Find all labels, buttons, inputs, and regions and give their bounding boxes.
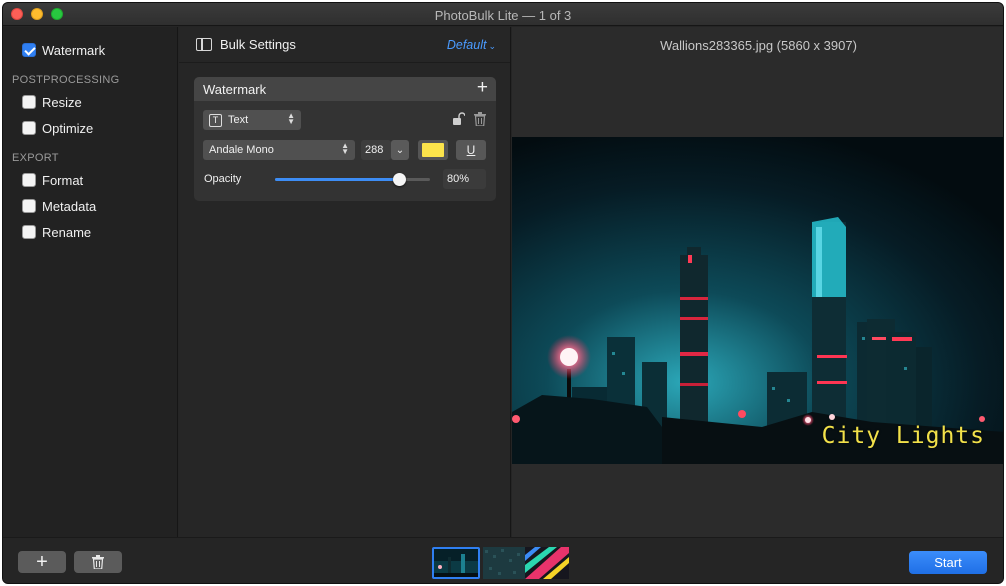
settings-title: Bulk Settings [220,37,296,52]
watermark-option-label: Watermark [42,42,106,58]
text-type-icon: T [209,113,222,127]
thumbnail-image [434,549,478,577]
postprocessing-section-header: POSTPROCESSING [12,74,120,86]
thumbnail-image [483,547,525,579]
sidebar: Watermark POSTPROCESSING Resize Optimize… [3,27,178,537]
optimize-option-label: Optimize [42,120,94,136]
settings-panel: Bulk Settings Default ⌄ Watermark + T Tex… [179,27,511,537]
rename-option-label: Rename [42,224,92,240]
resize-option-label: Resize [42,94,82,110]
text-color-well[interactable] [418,140,448,160]
optimize-checkbox[interactable] [22,121,36,135]
add-watermark-button[interactable]: + [477,78,488,98]
format-checkbox[interactable] [22,173,36,187]
window-title: PhotoBulk Lite — 1 of 3 [434,8,572,23]
thumbnail-stripes[interactable] [525,547,569,579]
plus-icon: + [36,550,48,573]
format-option[interactable]: Format [22,171,83,189]
font-family-value: Andale Mono [209,144,274,156]
watermark-option[interactable]: Watermark [22,41,105,59]
underline-icon: U [466,143,476,157]
sidebar-panel-icon [196,38,212,51]
updown-arrows-icon: ▲ ▼ [287,111,295,126]
rename-option[interactable]: Rename [22,223,91,241]
start-button[interactable]: Start [909,551,987,574]
updown-arrows-icon: ▲ ▼ [341,141,349,156]
watermark-type-select[interactable]: T Text ▲ ▼ [203,110,301,130]
thumbnail-pattern[interactable] [483,547,525,579]
watermark-card-header: Watermark + [194,77,496,101]
trash-icon [92,555,104,569]
rename-checkbox[interactable] [22,225,36,239]
opacity-label: Opacity [204,173,242,185]
metadata-checkbox[interactable] [22,199,36,213]
watermark-card-title: Watermark [203,82,267,97]
resize-checkbox[interactable] [22,95,36,109]
font-family-select[interactable]: Andale Mono ▲ ▼ [203,140,355,160]
watermark-type-value: Text [228,114,249,126]
watermark-card: Watermark + T Text ▲ ▼ Andale Mono ▲ ▼ 2… [194,77,496,201]
preset-label: Default [446,38,487,52]
watermark-checkbox[interactable] [22,43,36,57]
preview-image: City Lights [512,137,1003,464]
title-bar: PhotoBulk Lite — 1 of 3 [3,3,1003,26]
font-size-field[interactable]: 288 [361,140,391,160]
bottom-toolbar: + Start [3,537,1003,583]
export-section-header: EXPORT [12,152,59,164]
opacity-slider-fill [275,178,399,181]
preview-pane: Wallions283365.jpg (5860 x 3907) City Li… [512,27,1003,537]
opacity-slider[interactable] [275,173,430,186]
metadata-option[interactable]: Metadata [22,197,96,215]
optimize-option[interactable]: Optimize [22,119,93,137]
font-size-value: 288 [365,144,384,156]
remove-images-button[interactable] [74,551,122,573]
settings-header: Bulk Settings Default ⌄ [179,27,510,63]
city-photo [512,137,1003,464]
opacity-value: 80% [447,173,470,185]
file-info: Wallions283365.jpg (5860 x 3907) [660,38,857,53]
opacity-value-field[interactable]: 80% [443,169,486,189]
format-option-label: Format [42,172,84,188]
font-size-dropdown[interactable]: ⌄ [391,140,409,160]
watermark-overlay-text: City Lights [821,423,985,449]
color-swatch [422,143,444,157]
unlock-icon[interactable] [453,112,465,126]
opacity-slider-knob[interactable] [392,173,406,186]
delete-watermark-icon[interactable] [474,112,486,126]
underline-button[interactable]: U [456,140,486,160]
metadata-option-label: Metadata [42,198,97,214]
resize-option[interactable]: Resize [22,93,82,111]
thumbnail-city-lights[interactable] [432,547,480,579]
app-window: PhotoBulk Lite — 1 of 3 Watermark POSTPR… [2,2,1004,584]
preset-dropdown[interactable]: Default ⌄ [447,38,496,52]
chevron-down-icon: ⌄ [488,41,496,51]
add-images-button[interactable]: + [18,551,66,573]
thumbnail-image [525,547,569,579]
chevron-down-icon: ⌄ [395,144,405,156]
